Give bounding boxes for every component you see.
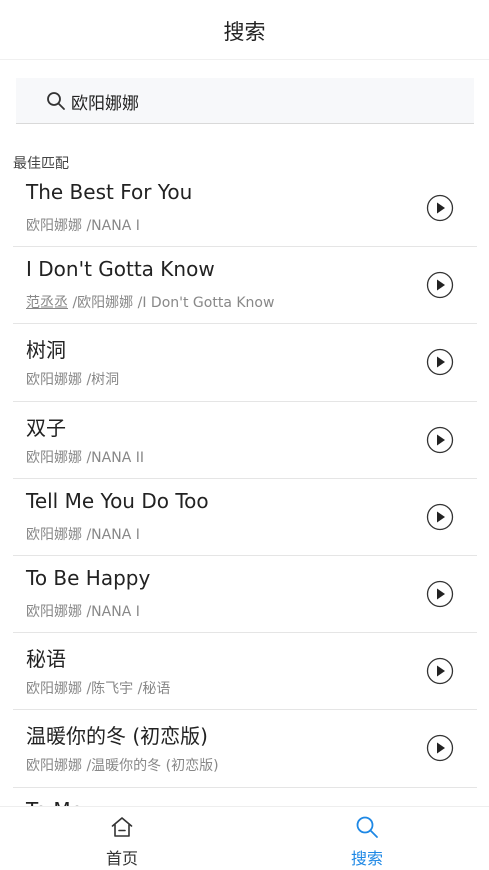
song-title: To Be Happy — [26, 565, 151, 590]
song-album: NANA I — [91, 526, 140, 543]
bottom-tab-bar: 首页 搜索 — [0, 806, 489, 870]
song-subtitle: 欧阳娜娜 /陈飞宇 /秘语 — [26, 681, 171, 698]
search-input[interactable]: 欧阳娜娜 — [16, 78, 474, 124]
play-icon[interactable] — [426, 271, 454, 299]
song-album: 秘语 — [142, 681, 171, 698]
play-icon[interactable] — [426, 426, 454, 454]
tab-search-label: 搜索 — [350, 849, 383, 868]
song-list: The Best For You 欧阳娜娜 /NANA I I Don't Go… — [13, 170, 477, 806]
song-item[interactable]: 秘语 欧阳娜娜 /陈飞宇 /秘语 — [13, 633, 477, 711]
song-album: NANA II — [91, 449, 144, 466]
song-album: NANA I — [91, 603, 140, 620]
song-subtitle: 欧阳娜娜 /NANA I — [26, 526, 140, 543]
song-subtitle: 欧阳娜娜 /NANA I — [26, 218, 140, 234]
song-subtitle: 欧阳娜娜 /温暖你的冬 (初恋版) — [26, 758, 219, 775]
song-title: 树洞 — [26, 338, 66, 363]
song-artist: 欧阳娜娜 — [26, 758, 82, 775]
song-artist: 欧阳娜娜 — [26, 449, 82, 466]
song-title: 温暖你的冬 (初恋版) — [26, 724, 208, 749]
play-icon[interactable] — [426, 194, 454, 222]
search-value[interactable]: 欧阳娜娜 — [71, 89, 139, 114]
song-album: 树洞 — [91, 372, 120, 389]
play-icon[interactable] — [426, 580, 454, 608]
song-title: I Don't Gotta Know — [26, 257, 215, 282]
song-artist: 欧阳娜娜 — [26, 603, 82, 620]
song-item[interactable]: I Don't Gotta Know 范丞丞 /欧阳娜娜 /I Don't Go… — [13, 247, 477, 325]
song-item[interactable]: 树洞 欧阳娜娜 /树洞 — [13, 324, 477, 402]
play-icon[interactable] — [426, 734, 454, 762]
song-item[interactable]: 双子 欧阳娜娜 /NANA II — [13, 402, 477, 479]
song-item[interactable]: To Me — [13, 788, 477, 807]
song-subtitle: 欧阳娜娜 /NANA I — [26, 603, 140, 620]
song-item[interactable]: The Best For You 欧阳娜娜 /NANA I — [13, 170, 477, 248]
song-artist-2: 陈飞宇 — [91, 681, 134, 698]
song-artist-link[interactable]: 范丞丞 — [26, 295, 68, 311]
tab-home-label: 首页 — [105, 849, 138, 868]
song-title: 秘语 — [26, 647, 66, 672]
tab-search[interactable]: 搜索 — [245, 807, 489, 870]
song-album: NANA I — [91, 218, 140, 234]
song-artist: 欧阳娜娜 — [26, 372, 82, 389]
song-artist: 欧阳娜娜 — [77, 295, 134, 312]
song-album: I Don't Gotta Know — [142, 295, 275, 312]
song-subtitle: 欧阳娜娜 /NANA II — [26, 449, 144, 466]
play-icon[interactable] — [426, 348, 454, 376]
header: 搜索 — [0, 0, 489, 60]
song-item[interactable]: 温暖你的冬 (初恋版) 欧阳娜娜 /温暖你的冬 (初恋版) — [13, 710, 477, 788]
song-item[interactable]: Tell Me You Do Too 欧阳娜娜 /NANA I — [13, 479, 477, 556]
play-icon[interactable] — [426, 657, 454, 685]
song-item[interactable]: To Be Happy 欧阳娜娜 /NANA I — [13, 556, 477, 634]
song-artist: 欧阳娜娜 — [26, 218, 82, 234]
search-icon — [356, 816, 378, 838]
song-subtitle: 欧阳娜娜 /树洞 — [26, 372, 120, 389]
play-icon[interactable] — [426, 503, 454, 531]
song-album: 温暖你的冬 (初恋版) — [91, 758, 219, 775]
song-title: 双子 — [26, 415, 66, 440]
tab-home[interactable]: 首页 — [0, 807, 244, 870]
home-icon — [111, 817, 133, 837]
search-icon — [47, 92, 65, 110]
page-title: 搜索 — [223, 20, 266, 44]
song-title: The Best For You — [26, 180, 193, 204]
song-artist: 欧阳娜娜 — [26, 526, 82, 543]
song-title: Tell Me You Do Too — [26, 488, 209, 513]
song-subtitle: 范丞丞 /欧阳娜娜 /I Don't Gotta Know — [26, 295, 275, 312]
song-title: To Me — [26, 798, 83, 807]
song-artist: 欧阳娜娜 — [26, 681, 82, 698]
